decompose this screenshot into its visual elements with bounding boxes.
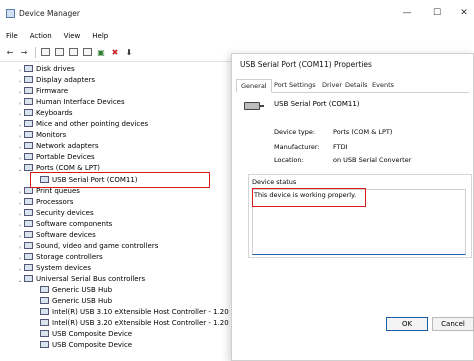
- tree-item-network-adapters[interactable]: › Network adapters: [16, 141, 99, 152]
- usb-icon: [40, 330, 49, 337]
- usb-icon: [40, 297, 49, 304]
- tree-item-software-devices[interactable]: › Software devices: [16, 230, 96, 241]
- tree-item-keyboards[interactable]: › Keyboards: [16, 108, 73, 119]
- window-title: Device Manager: [19, 9, 80, 18]
- tree-item-display-adapters[interactable]: › Display adapters: [16, 75, 95, 86]
- collapse-arrow-icon[interactable]: ⌄: [16, 165, 24, 176]
- tree-item-system-devices[interactable]: › System devices: [16, 263, 91, 274]
- disk-drive-icon: [24, 65, 33, 72]
- tree-item-processors[interactable]: › Processors: [16, 197, 73, 208]
- tree-item-storage-controllers[interactable]: › Storage controllers: [16, 252, 103, 263]
- storage-controller-icon: [24, 253, 33, 260]
- dialog-tabs: General Port Settings Driver Details Eve…: [236, 79, 469, 93]
- uninstall-icon[interactable]: ⬇: [123, 46, 135, 58]
- scan-icon[interactable]: [67, 46, 79, 58]
- forward-icon[interactable]: →: [18, 46, 30, 58]
- usb-icon: [40, 308, 49, 315]
- usb-icon: [40, 286, 49, 293]
- port-icon: [24, 164, 33, 171]
- network-adapter-icon: [24, 142, 33, 149]
- tree-item-intel-usb-310[interactable]: Intel(R) USB 3.10 eXtensible Host Contro…: [32, 307, 256, 318]
- tree-item-mice[interactable]: › Mice and other pointing devices: [16, 119, 148, 130]
- tree-item-usb-controllers[interactable]: ⌄ Universal Serial Bus controllers: [16, 274, 145, 285]
- tree-item-hid[interactable]: › Human Interface Devices: [16, 97, 125, 108]
- location-label: Location:: [274, 156, 304, 164]
- serial-port-icon: [244, 102, 264, 110]
- close-button[interactable]: ✕: [457, 7, 471, 19]
- ok-button[interactable]: OK: [386, 317, 428, 331]
- processor-icon: [24, 198, 33, 205]
- keyboard-icon: [24, 109, 33, 116]
- manufacturer-label: Manufacturer:: [274, 143, 320, 151]
- help-icon[interactable]: [53, 46, 65, 58]
- properties-icon[interactable]: [39, 46, 51, 58]
- menu-action[interactable]: Action: [24, 28, 58, 44]
- device-manager-icon: [6, 9, 15, 18]
- cancel-button[interactable]: Cancel: [432, 317, 474, 331]
- minimize-button[interactable]: —: [400, 7, 414, 19]
- tree-item-sound-video[interactable]: › Sound, video and game controllers: [16, 241, 158, 252]
- collapse-arrow-icon[interactable]: ⌄: [16, 276, 24, 287]
- tree-item-generic-usb-hub[interactable]: Generic USB Hub: [32, 296, 112, 307]
- tree-item-generic-usb-hub[interactable]: Generic USB Hub: [32, 285, 112, 296]
- security-device-icon: [24, 209, 33, 216]
- mouse-icon: [24, 120, 33, 127]
- device-status-title: Device status: [252, 178, 297, 186]
- tree-item-usb-composite[interactable]: USB Composite Device: [32, 329, 132, 340]
- device-name: USB Serial Port (COM11): [274, 100, 360, 108]
- portable-device-icon: [24, 153, 33, 160]
- printer-icon: [24, 187, 33, 194]
- tree-item-software-components[interactable]: › Software components: [16, 219, 112, 230]
- disable-icon[interactable]: ✖: [109, 46, 121, 58]
- manufacturer-value: FTDI: [333, 143, 348, 151]
- usb-icon: [40, 319, 49, 326]
- tree-item-intel-usb-320[interactable]: Intel(R) USB 3.20 eXtensible Host Contro…: [32, 318, 256, 329]
- tree-item-disk-drives[interactable]: › Disk drives: [16, 64, 75, 75]
- menu-file[interactable]: File: [0, 28, 24, 44]
- tab-general[interactable]: General: [236, 79, 272, 93]
- usb-icon: [24, 275, 33, 282]
- display-adapter-icon: [24, 76, 33, 83]
- monitor-icon: [24, 131, 33, 138]
- usb-serial-port-highlight: [30, 172, 210, 188]
- location-value: on USB Serial Converter: [333, 156, 412, 164]
- menu-view[interactable]: View: [58, 28, 87, 44]
- tree-item-monitors[interactable]: › Monitors: [16, 130, 66, 141]
- status-highlight: [252, 188, 366, 207]
- dialog-title: USB Serial Port (COM11) Properties: [240, 60, 372, 69]
- update-driver-icon[interactable]: ▣: [95, 46, 107, 58]
- tab-port-settings[interactable]: Port Settings: [270, 79, 320, 93]
- usb-icon: [40, 341, 49, 348]
- firmware-icon: [24, 87, 33, 94]
- menu-help[interactable]: Help: [86, 28, 114, 44]
- tab-events[interactable]: Events: [368, 79, 398, 93]
- toolbar: ← → ▣ ✖ ⬇: [0, 44, 137, 60]
- device-type-value: Ports (COM & LPT): [333, 128, 393, 136]
- tab-details[interactable]: Details: [341, 79, 372, 93]
- back-icon[interactable]: ←: [4, 46, 16, 58]
- toolbar-divider: [35, 46, 36, 58]
- title-bar: Device Manager — ☐ ✕: [0, 0, 474, 28]
- maximize-button[interactable]: ☐: [430, 7, 444, 19]
- tree-item-security-devices[interactable]: › Security devices: [16, 208, 94, 219]
- system-device-icon: [24, 264, 33, 271]
- speaker-icon: [24, 242, 33, 249]
- software-device-icon: [24, 231, 33, 238]
- software-component-icon: [24, 220, 33, 227]
- hid-icon: [24, 98, 33, 105]
- tree-item-firmware[interactable]: › Firmware: [16, 86, 68, 97]
- tree-item-usb-composite[interactable]: USB Composite Device: [32, 340, 132, 351]
- menu-bar: File Action View Help: [0, 28, 114, 44]
- properties-dialog: USB Serial Port (COM11) Properties Gener…: [231, 53, 474, 361]
- device-type-label: Device type:: [274, 128, 316, 136]
- tree-item-portable-devices[interactable]: › Portable Devices: [16, 152, 95, 163]
- monitor-icon[interactable]: [81, 46, 93, 58]
